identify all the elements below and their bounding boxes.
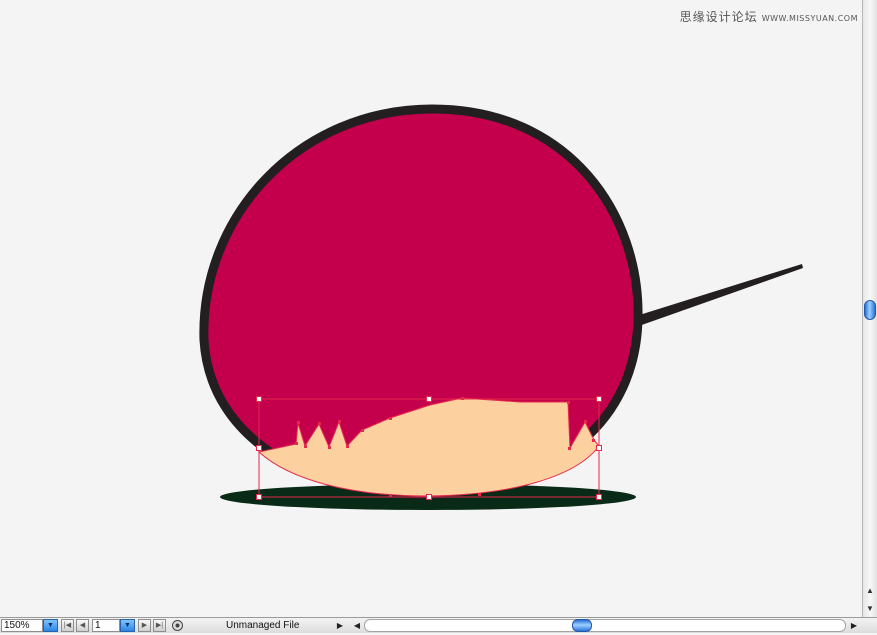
horizontal-scroll-track[interactable] [364, 619, 846, 632]
vertical-scrollbar[interactable]: ▲ ▼ [862, 0, 877, 617]
play-triangle-icon[interactable]: ▶ [335, 619, 345, 632]
chevron-down-icon[interactable]: ▼ [43, 619, 58, 632]
scroll-left-icon[interactable]: ◀ [352, 619, 362, 632]
artboard-canvas[interactable]: 思缘设计论坛 WWW.MISSYUAN.COM [0, 0, 862, 617]
last-page-icon[interactable]: ▶| [153, 619, 166, 632]
status-bar: 150% ▼ |◀ ◀ 1 ▼ ▶ ▶| Unmanaged File ▶ ◀ … [0, 617, 877, 633]
zoom-level-field[interactable]: 150% [1, 619, 43, 632]
first-page-icon[interactable]: |◀ [61, 619, 74, 632]
scroll-down-icon[interactable]: ▼ [863, 603, 877, 615]
next-page-icon[interactable]: ▶ [138, 619, 151, 632]
artwork [199, 104, 803, 510]
status-label: Unmanaged File [226, 620, 300, 631]
vertical-scroll-thumb[interactable] [864, 300, 876, 320]
page-number-field[interactable]: 1 [92, 619, 120, 632]
scroll-up-icon[interactable]: ▲ [863, 585, 877, 597]
scroll-right-icon[interactable]: ▶ [849, 619, 859, 632]
status-toggle-icon[interactable] [171, 619, 184, 632]
previous-page-icon[interactable]: ◀ [76, 619, 89, 632]
chevron-down-icon[interactable]: ▼ [120, 619, 135, 632]
horizontal-scroll-thumb[interactable] [572, 619, 592, 632]
cherry-stem[interactable] [630, 264, 803, 327]
